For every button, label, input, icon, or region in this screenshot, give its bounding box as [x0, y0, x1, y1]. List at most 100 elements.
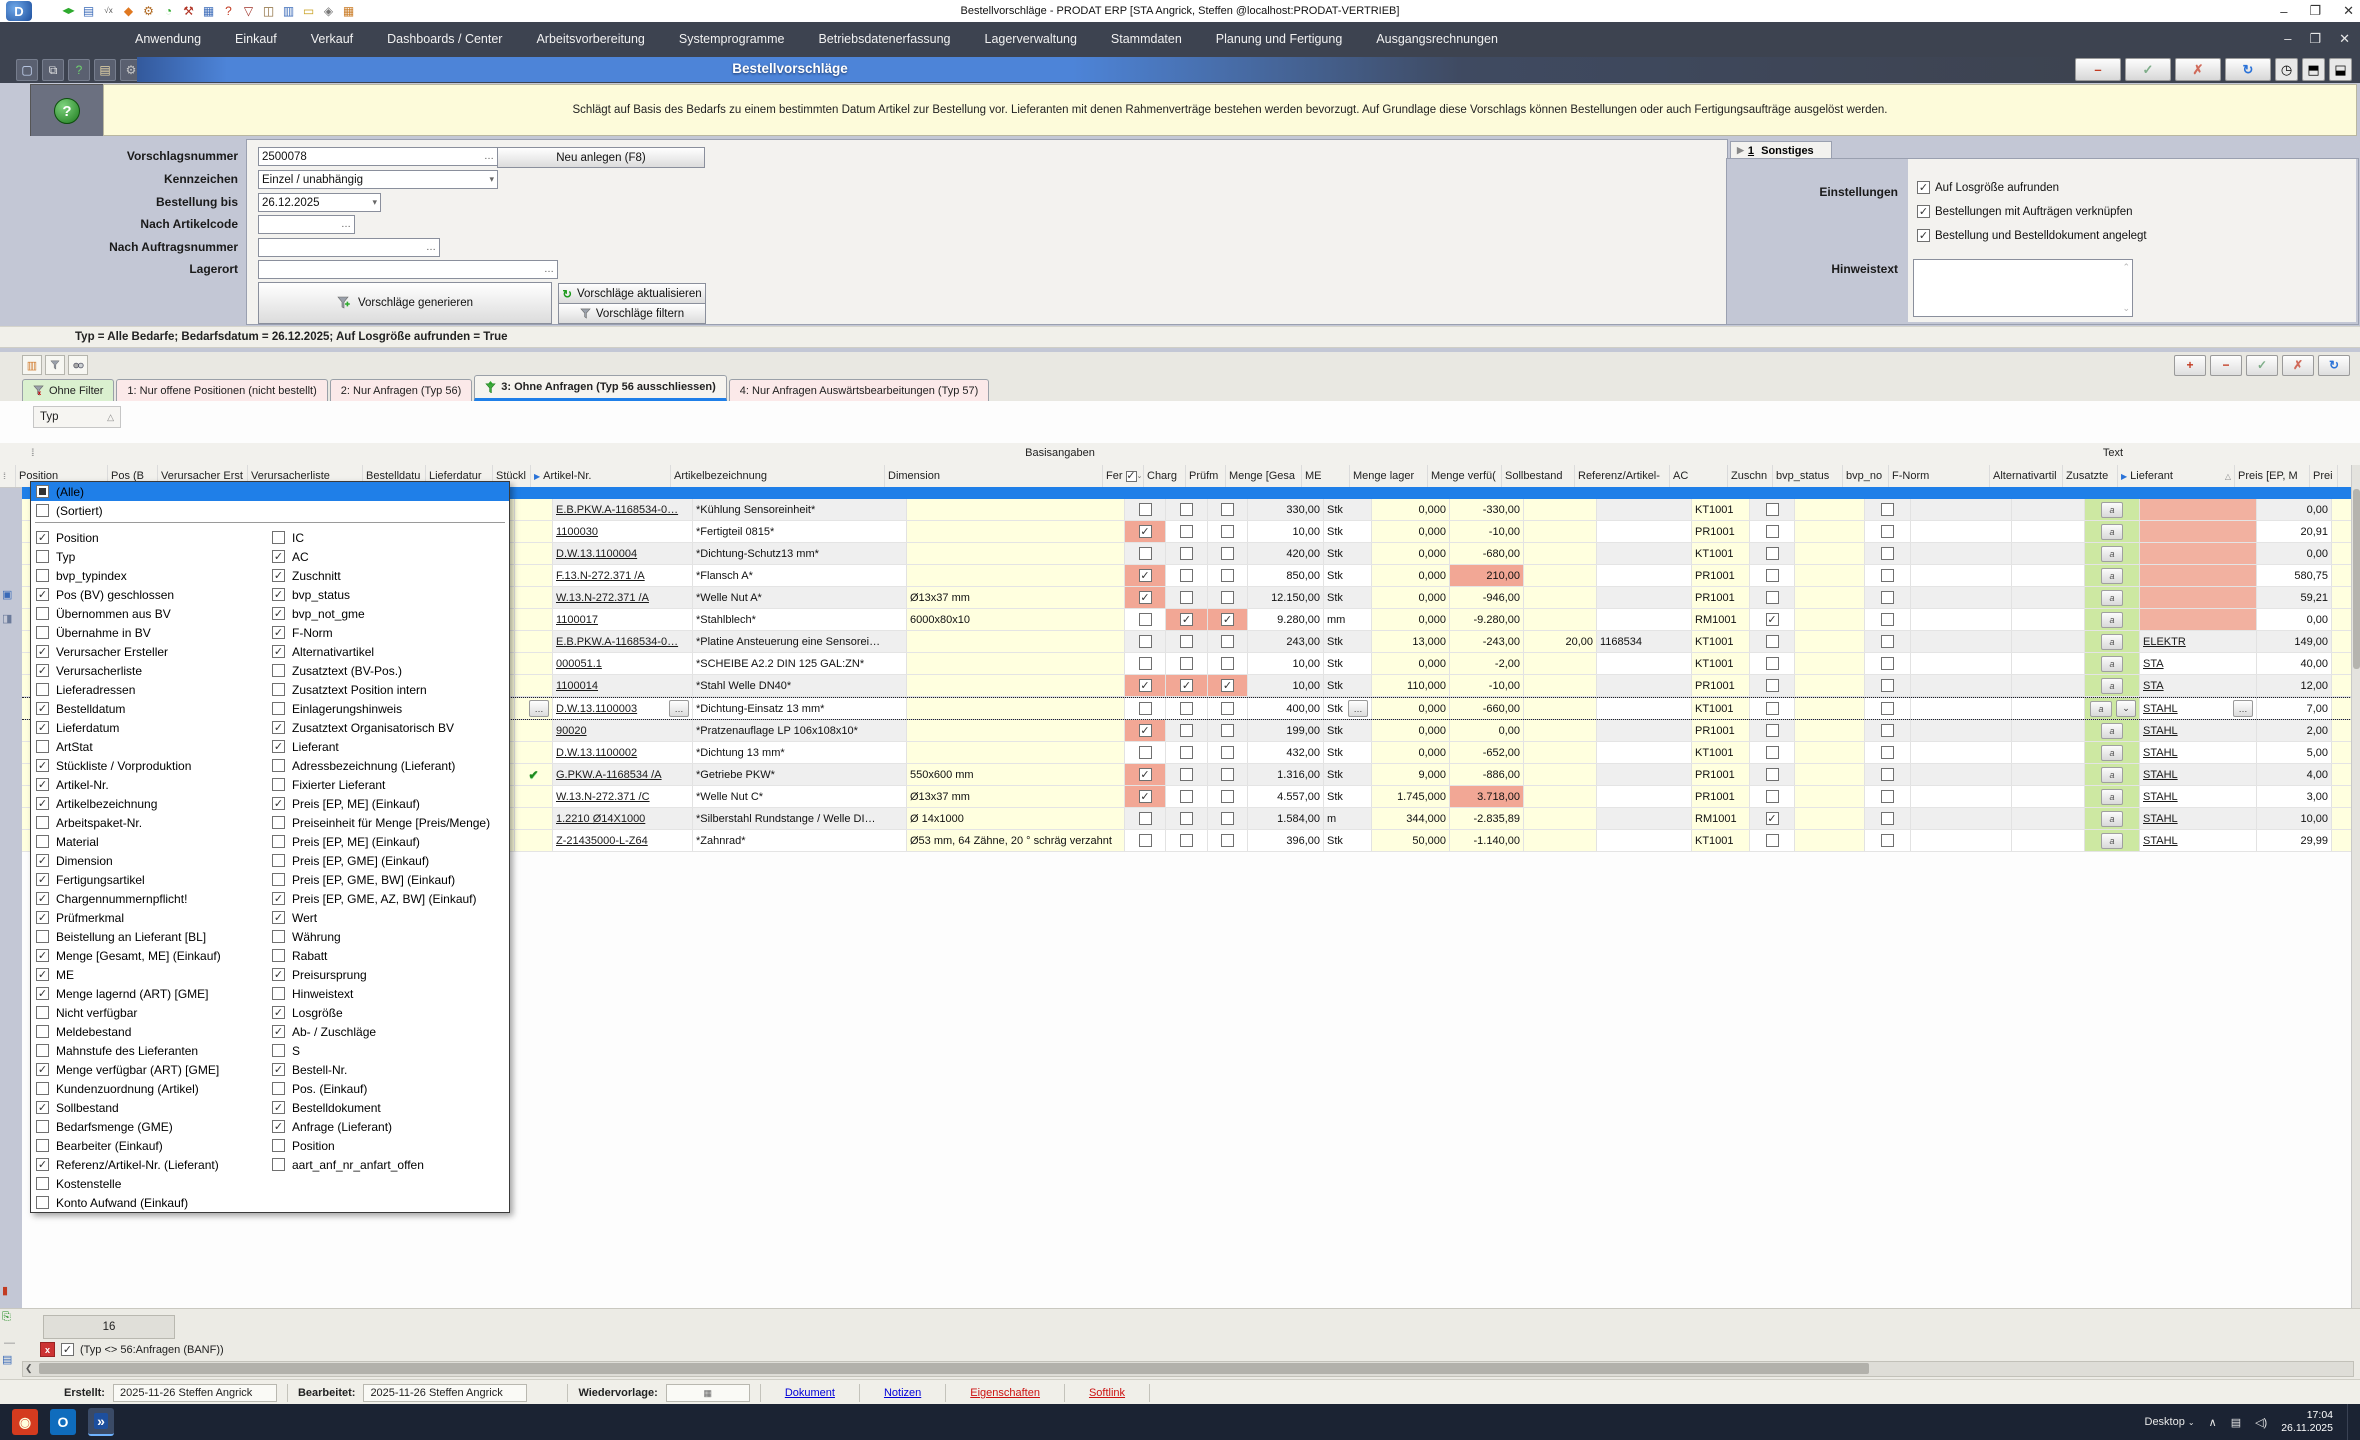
col-header-sollbestand[interactable]: Sollbestand — [1502, 465, 1575, 487]
user-add-icon[interactable]: ◔ — [160, 2, 177, 19]
cell-st-ckl[interactable] — [515, 742, 553, 763]
cell-lieferant[interactable]: ELEKTR — [2140, 631, 2257, 652]
mdi-minimize-icon[interactable]: – — [2284, 31, 2291, 47]
chooser-item[interactable]: Beistellung an Lieferant [BL] — [31, 927, 267, 946]
row-checkbox[interactable] — [1221, 503, 1234, 516]
cell-sollbestand[interactable] — [1524, 786, 1597, 807]
cell-st-ckl[interactable] — [515, 808, 553, 829]
cell-bvp_no[interactable] — [1865, 764, 1911, 785]
chooser-item[interactable]: Preis [EP, GME, AZ, BW] (Einkauf) — [267, 889, 503, 908]
cell-artikelbezeichnung[interactable]: *Platine Ansteuerung eine Sensorei… — [693, 631, 907, 652]
cell-menge-verf-[interactable]: -1.140,00 — [1450, 830, 1524, 851]
generate-doc-icon[interactable]: ⎘ — [2, 1311, 11, 1324]
row-checkbox[interactable] — [1139, 724, 1152, 737]
table-icon[interactable]: ▥ — [280, 2, 297, 19]
zusatztext-button[interactable]: a — [2101, 590, 2123, 606]
chooser-checkbox[interactable] — [36, 797, 49, 810]
cell-zuschn[interactable] — [1750, 675, 1795, 696]
cell-zusatzte[interactable]: a⌄ — [2085, 698, 2140, 719]
row-checkbox[interactable] — [1221, 834, 1234, 847]
row-checkbox[interactable] — [1766, 635, 1779, 648]
chooser-item[interactable]: Lieferant — [267, 737, 503, 756]
chooser-item[interactable]: Prüfmerkmal — [31, 908, 267, 927]
artikel-nr-link[interactable]: Z-21435000-L-Z64 — [556, 835, 648, 847]
cell-artikel-nr-[interactable]: E.B.PKW.A-1168534-0… — [553, 499, 693, 520]
chooser-checkbox[interactable] — [36, 987, 49, 1000]
chooser-item[interactable]: Preis [EP, ME] (Einkauf) — [267, 794, 503, 813]
cell-zusatzte[interactable]: a — [2085, 565, 2140, 586]
menu-item-lagerverwaltung[interactable]: Lagerverwaltung — [968, 22, 1094, 56]
softlink-link[interactable]: Softlink — [1089, 1387, 1125, 1399]
lieferant-link[interactable]: STAHL — [2143, 725, 2178, 737]
artikel-nr-link[interactable]: 000051.1 — [556, 658, 602, 670]
cell-fer[interactable] — [1125, 609, 1166, 630]
cell-artikelbezeichnung[interactable]: *Dichtung 13 mm* — [693, 742, 907, 763]
cell-menge-gesa[interactable]: 199,00 — [1248, 720, 1324, 741]
cell-zuschn[interactable] — [1750, 631, 1795, 652]
cell-lieferant[interactable]: STAHL… — [2140, 698, 2257, 719]
cell-artikel-nr-[interactable]: F.13.N-272.371 /A — [553, 565, 693, 586]
row-checkbox[interactable] — [1766, 503, 1779, 516]
cell-ac[interactable]: PR1001 — [1692, 587, 1750, 608]
vorschlaege-generieren-button[interactable]: Vorschläge generieren — [258, 282, 552, 324]
chooser-checkbox[interactable] — [36, 550, 49, 563]
cell-menge-gesa[interactable]: 850,00 — [1248, 565, 1324, 586]
row-checkbox[interactable] — [1139, 525, 1152, 538]
lieferant-link[interactable]: ELEKTR — [2143, 636, 2186, 648]
chooser-checkbox[interactable] — [272, 968, 285, 981]
col-header-fer[interactable]: Fer⌄ — [1103, 465, 1144, 487]
binoculars-icon[interactable] — [68, 355, 88, 375]
cell-bvp_no[interactable] — [1865, 786, 1911, 807]
cell-lieferant[interactable]: STAHL — [2140, 720, 2257, 741]
chooser-checkbox[interactable] — [272, 854, 285, 867]
chooser-checkbox[interactable] — [36, 683, 49, 696]
cell-menge-verf-[interactable]: -680,00 — [1450, 543, 1524, 564]
col-header-artikelbezeichnung[interactable]: Artikelbezeichnung — [671, 465, 885, 487]
cell-sollbestand[interactable] — [1524, 764, 1597, 785]
cell-zuschn[interactable] — [1750, 698, 1795, 719]
menu-item-einkauf[interactable]: Einkauf — [218, 22, 294, 56]
cell-ac[interactable]: PR1001 — [1692, 565, 1750, 586]
col-header-lieferant[interactable]: ▶Lieferant△ — [2118, 465, 2235, 487]
cell-pr-fm[interactable] — [1208, 720, 1248, 741]
row-checkbox[interactable] — [1180, 657, 1193, 670]
cell-charg[interactable] — [1166, 698, 1208, 719]
cell-menge-verf-[interactable]: -2.835,89 — [1450, 808, 1524, 829]
sidebar-window-icon[interactable]: ▣ — [2, 588, 12, 601]
cell-lieferant[interactable]: STAHL — [2140, 830, 2257, 851]
chooser-checkbox[interactable] — [36, 626, 49, 639]
bestellung-bis-date[interactable]: 26.12.2025▾ — [258, 193, 381, 212]
cell-sollbestand[interactable] — [1524, 653, 1597, 674]
zusatz-dropdown-icon[interactable]: ⌄ — [2116, 700, 2136, 717]
cell-zuschn[interactable] — [1750, 742, 1795, 763]
row-checkbox[interactable] — [1881, 547, 1894, 560]
chooser-item[interactable]: S — [267, 1041, 503, 1060]
cell-st-ckl[interactable] — [515, 609, 553, 630]
row-checkbox[interactable] — [1221, 569, 1234, 582]
lock-icon[interactable]: ◈ — [320, 2, 337, 19]
cell-fer[interactable] — [1125, 521, 1166, 542]
clock-icon[interactable]: ◷ — [2275, 58, 2298, 81]
chooser-item[interactable]: Zusatztext Position intern — [267, 680, 503, 699]
cell-preis-ep-m[interactable]: 4,00 — [2257, 764, 2332, 785]
cell-preis-ep-m[interactable]: 20,91 — [2257, 521, 2332, 542]
chooser-checkbox[interactable] — [272, 1158, 285, 1171]
chooser-checkbox[interactable] — [36, 892, 49, 905]
row-checkbox[interactable] — [1881, 812, 1894, 825]
cell-zuschn[interactable] — [1750, 543, 1795, 564]
cell-zusatzte[interactable]: a — [2085, 830, 2140, 851]
cell-artikelbezeichnung[interactable]: *Silberstahl Rundstange / Welle DI… — [693, 808, 907, 829]
chat-icon[interactable]: ▤ — [2231, 1416, 2241, 1429]
cell-menge-verf-[interactable]: -330,00 — [1450, 499, 1524, 520]
cell-artikelbezeichnung[interactable]: *Dichtung-Schutz13 mm* — [693, 543, 907, 564]
chooser-item[interactable]: Bearbeiter (Einkauf) — [31, 1136, 267, 1155]
cell-ac[interactable]: KT1001 — [1692, 830, 1750, 851]
chooser-checkbox[interactable] — [36, 531, 49, 544]
cell-fer[interactable] — [1125, 830, 1166, 851]
col-header-menge-lager[interactable]: Menge lager — [1350, 465, 1428, 487]
cell-dimension[interactable] — [907, 653, 1125, 674]
cell-menge-gesa[interactable]: 420,00 — [1248, 543, 1324, 564]
cell-sollbestand[interactable] — [1524, 720, 1597, 741]
row-checkbox[interactable] — [1139, 679, 1152, 692]
cell-ac[interactable]: KT1001 — [1692, 742, 1750, 763]
